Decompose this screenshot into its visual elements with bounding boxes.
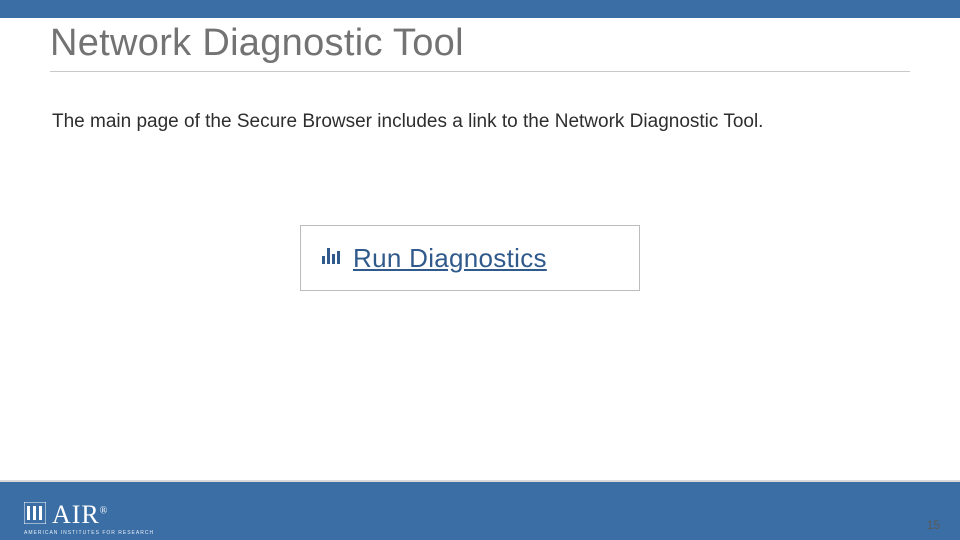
air-logo-letters: AIR [52,500,100,529]
registered-mark: ® [100,505,109,516]
bar-chart-icon [321,246,343,271]
slide-body-text: The main page of the Secure Browser incl… [52,110,772,134]
bottom-accent-bar: AIR® AMERICAN INSTITUTES FOR RESEARCH [0,480,960,540]
air-logo-mark-icon [24,502,46,529]
run-diagnostics-link[interactable]: Run Diagnostics [353,243,547,274]
slide-title: Network Diagnostic Tool [50,22,910,72]
page-number: 15 [927,518,940,532]
air-logo-text: AIR® [52,500,108,530]
air-logo: AIR® [24,500,108,530]
slide: Network Diagnostic Tool The main page of… [0,0,960,540]
run-diagnostics-link-box: Run Diagnostics [300,225,640,291]
air-logo-subtitle: AMERICAN INSTITUTES FOR RESEARCH [24,530,154,536]
top-accent-bar [0,0,960,18]
